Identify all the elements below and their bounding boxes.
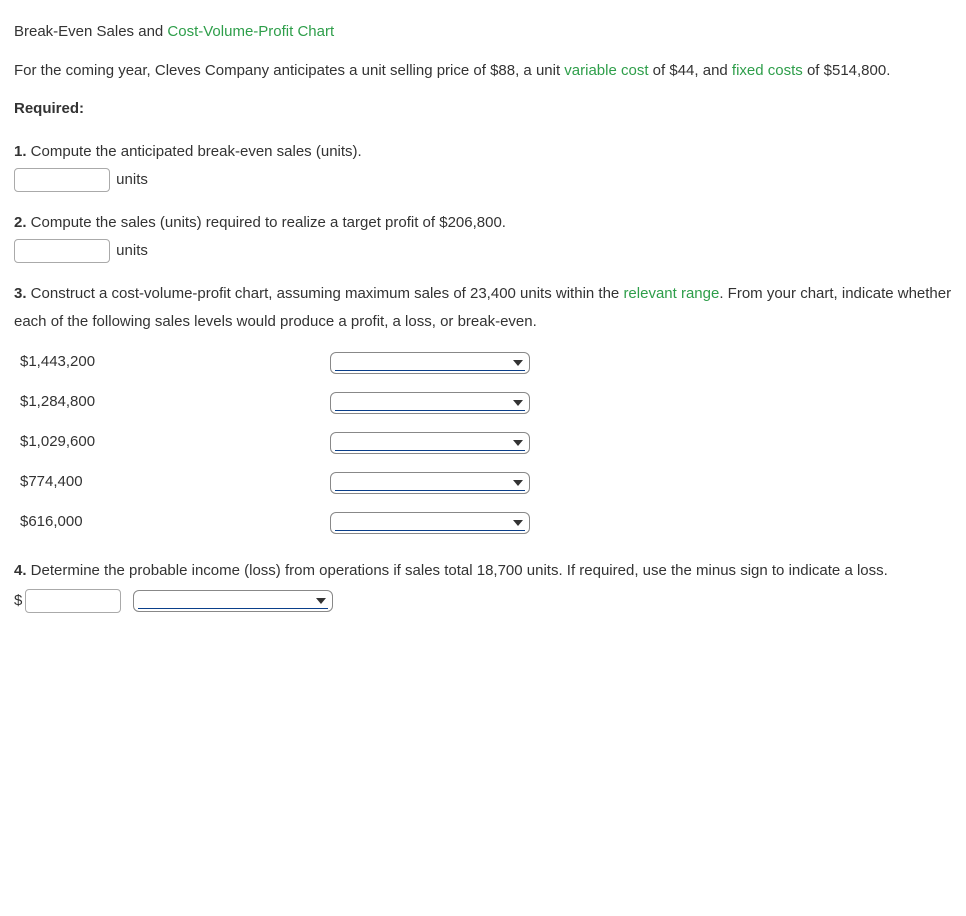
question-2: 2. Compute the sales (units) required to… xyxy=(14,209,952,266)
q2-units-label: units xyxy=(116,242,148,259)
page-title: Break-Even Sales and Cost-Volume-Profit … xyxy=(14,18,952,47)
chevron-down-icon xyxy=(513,360,523,366)
chevron-down-icon xyxy=(513,520,523,526)
relevant-range-link[interactable]: relevant range xyxy=(623,285,719,302)
q1-number: 1. xyxy=(14,143,27,160)
sales-level-label: $1,284,800 xyxy=(20,388,330,417)
q2-units-input[interactable] xyxy=(14,239,110,263)
question-3: 3. Construct a cost-volume-profit chart,… xyxy=(14,280,952,543)
q4-amount-input[interactable] xyxy=(25,589,121,613)
q1-units-input[interactable] xyxy=(14,168,110,192)
chevron-down-icon xyxy=(513,400,523,406)
q3-text-1: Construct a cost-volume-profit chart, as… xyxy=(27,285,624,302)
sales-level-label: $1,443,200 xyxy=(20,348,330,377)
chevron-down-icon xyxy=(513,440,523,446)
table-row: $1,029,600 xyxy=(20,423,952,463)
q3-table: $1,443,200 $1,284,800 $1,029,600 $774,40… xyxy=(20,343,952,543)
title-link[interactable]: Cost-Volume-Profit Chart xyxy=(167,23,334,40)
table-row: $1,443,200 xyxy=(20,343,952,383)
intro-text-2: of $44, and xyxy=(649,62,732,79)
q4-number: 4. xyxy=(14,562,27,579)
intro-paragraph: For the coming year, Cleves Company anti… xyxy=(14,57,952,86)
q1-text: Compute the anticipated break-even sales… xyxy=(27,143,362,160)
q2-number: 2. xyxy=(14,214,27,231)
required-heading: Required: xyxy=(14,95,952,124)
table-row: $774,400 xyxy=(20,463,952,503)
intro-text-1: For the coming year, Cleves Company anti… xyxy=(14,62,564,79)
sales-level-label: $1,029,600 xyxy=(20,428,330,457)
q3-select-2[interactable] xyxy=(330,392,530,414)
q3-number: 3. xyxy=(14,285,27,302)
fixed-costs-link[interactable]: fixed costs xyxy=(732,62,803,79)
q4-text: Determine the probable income (loss) fro… xyxy=(27,562,888,579)
question-4: 4. Determine the probable income (loss) … xyxy=(14,557,952,616)
variable-cost-link[interactable]: variable cost xyxy=(564,62,648,79)
q3-select-3[interactable] xyxy=(330,432,530,454)
chevron-down-icon xyxy=(513,480,523,486)
title-prefix: Break-Even Sales and xyxy=(14,23,167,40)
currency-symbol: $ xyxy=(14,587,22,616)
table-row: $1,284,800 xyxy=(20,383,952,423)
q2-text: Compute the sales (units) required to re… xyxy=(27,214,506,231)
question-1: 1. Compute the anticipated break-even sa… xyxy=(14,138,952,195)
sales-level-label: $774,400 xyxy=(20,468,330,497)
table-row: $616,000 xyxy=(20,503,952,543)
q4-select[interactable] xyxy=(133,590,333,612)
chevron-down-icon xyxy=(316,598,326,604)
q1-units-label: units xyxy=(116,171,148,188)
intro-text-3: of $514,800. xyxy=(803,62,891,79)
q3-select-5[interactable] xyxy=(330,512,530,534)
sales-level-label: $616,000 xyxy=(20,508,330,537)
q3-select-1[interactable] xyxy=(330,352,530,374)
q3-select-4[interactable] xyxy=(330,472,530,494)
